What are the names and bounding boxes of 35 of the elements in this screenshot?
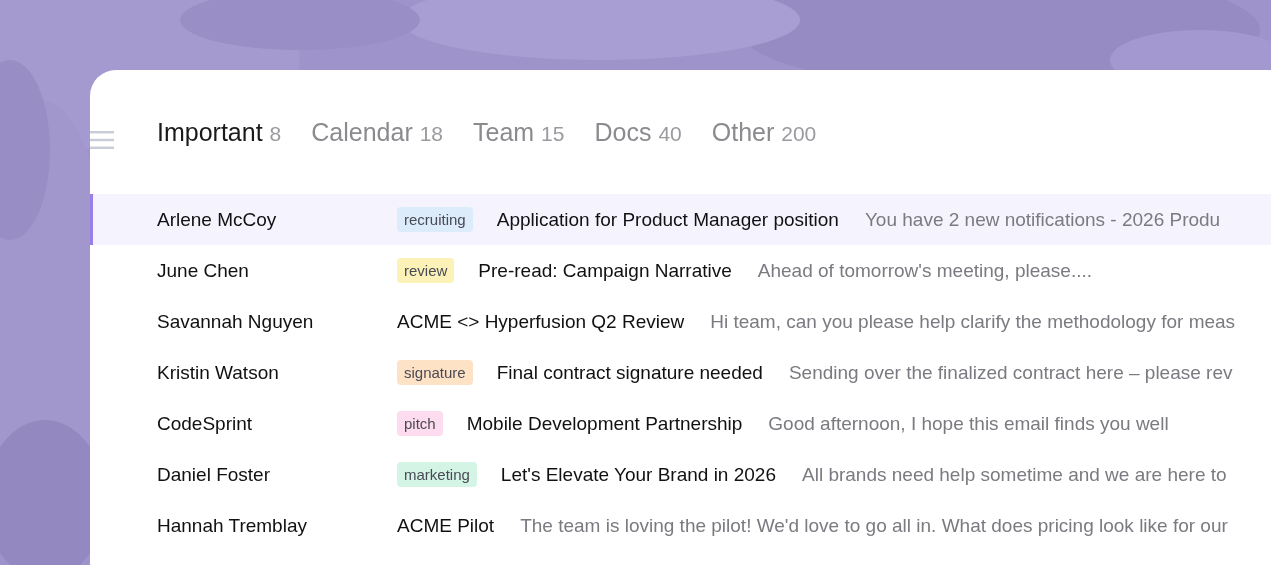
message-row[interactable]: Arlene McCoy recruiting Application for Product Manager position You have 2 new notifications - 2026 Produ bbox=[90, 194, 1271, 245]
message-row[interactable]: CodeSprint pitch Mobile Development Partnership Good afternoon, I hope this email finds you well bbox=[90, 398, 1271, 449]
menu-icon[interactable] bbox=[90, 131, 114, 149]
message-preview: You have 2 new notifications - 2026 Produ bbox=[864, 208, 1221, 231]
sender-name: Daniel Foster bbox=[157, 463, 271, 486]
message-row[interactable]: Kristin Watson signature Final contract signature needed Sending over the finalized contract here – please rev bbox=[90, 347, 1271, 398]
message-preview: Hi team, can you please help clarify the methodology for meas bbox=[710, 310, 1236, 333]
message-subject: Final contract signature needed bbox=[496, 361, 763, 384]
label-tag: marketing bbox=[397, 462, 477, 487]
message-row[interactable]: Savannah Nguyen ACME <> Hyperfusion Q2 Review Hi team, can you please help clarify the methodology for meas bbox=[90, 296, 1271, 347]
message-preview: The team is loving the pilot! We'd love to go all in. What does pricing look like for our bbox=[520, 514, 1228, 537]
message-row[interactable]: June Chen review Pre-read: Campaign Narrative Ahead of tomorrow's meeting, please.... bbox=[90, 245, 1271, 296]
label-tag: review bbox=[397, 258, 455, 283]
label-tag: pitch bbox=[397, 411, 443, 436]
message-row[interactable]: Daniel Foster marketing Let's Elevate Your Brand in 2026 All brands need help sometime and we are here to bbox=[90, 449, 1271, 500]
message-preview: Sending over the finalized contract here – please rev bbox=[788, 361, 1233, 384]
sender-name: Hannah Tremblay bbox=[157, 514, 308, 537]
sender-name: June Chen bbox=[157, 259, 250, 282]
sender-name: Arlene McCoy bbox=[157, 208, 278, 231]
message-subject: ACME <> Hyperfusion Q2 Review bbox=[397, 310, 685, 333]
message-preview: All brands need help sometime and we are here to bbox=[802, 463, 1227, 486]
label-tag: recruiting bbox=[397, 207, 473, 232]
sender-name: CodeSprint bbox=[157, 412, 254, 435]
message-subject: Application for Product Manager position bbox=[496, 208, 839, 231]
message-subject: Mobile Development Partnership bbox=[466, 412, 743, 435]
label-tag: signature bbox=[397, 360, 473, 385]
message-subject: Pre-read: Campaign Narrative bbox=[478, 259, 732, 282]
sender-name: Savannah Nguyen bbox=[157, 310, 315, 333]
message-preview: Ahead of tomorrow's meeting, please.... bbox=[757, 259, 1092, 282]
message-subject: ACME Pilot bbox=[397, 514, 495, 537]
message-preview: Good afternoon, I hope this email finds you well bbox=[768, 412, 1169, 435]
message-row[interactable]: Hannah Tremblay ACME Pilot The team is loving the pilot! We'd love to go all in. What does pricing look like for our bbox=[90, 500, 1271, 551]
sender-name: Kristin Watson bbox=[157, 361, 280, 384]
category-tab[interactable]: Important 8 bbox=[157, 117, 282, 147]
message-subject: Let's Elevate Your Brand in 2026 bbox=[500, 463, 776, 486]
